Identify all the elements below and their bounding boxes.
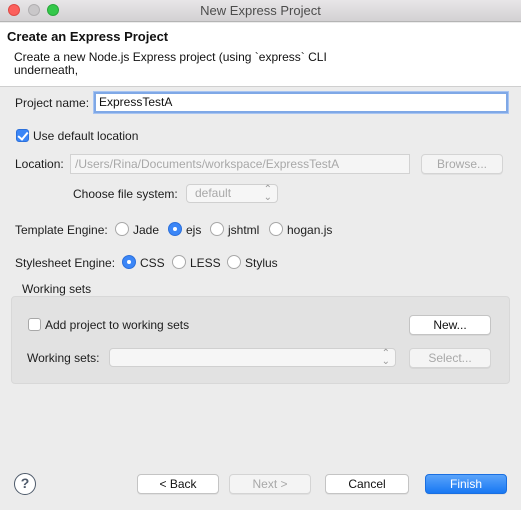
stylesheet-engine-label: Stylesheet Engine: [15, 256, 116, 270]
template-hogan-label: hogan.js [287, 223, 333, 237]
back-button[interactable]: < Back [137, 474, 219, 494]
wizard-header: Create an Express Project Create a new N… [0, 23, 521, 87]
help-icon[interactable]: ? [14, 473, 36, 495]
use-default-location-checkbox[interactable] [16, 129, 29, 142]
template-jshtml-radio[interactable] [210, 222, 224, 236]
template-ejs-radio[interactable] [168, 222, 182, 236]
location-input[interactable]: /Users/Rina/Documents/workspace/ExpressT… [70, 154, 410, 174]
select-working-sets-button[interactable]: Select... [409, 348, 491, 368]
wizard-description: Create a new Node.js Express project (us… [14, 50, 327, 77]
stylesheet-css-label: CSS [140, 256, 165, 270]
select-chevron-icon: ⌃ ⌄ [263, 184, 272, 203]
add-to-working-sets-label: Add project to working sets [45, 318, 190, 332]
window-title: New Express Project [200, 3, 321, 18]
working-sets-group-title: Working sets [22, 282, 92, 296]
wizard-title: Create an Express Project [7, 29, 169, 44]
project-name-input[interactable]: ExpressTestA [94, 92, 508, 113]
stylesheet-stylus-label: Stylus [245, 256, 278, 270]
stylesheet-less-label: LESS [190, 256, 221, 270]
new-express-project-dialog: New Express Project Create an Express Pr… [0, 0, 521, 510]
stylesheet-stylus-radio[interactable] [227, 255, 241, 269]
file-system-label: Choose file system: [73, 187, 178, 201]
template-ejs-label: ejs [186, 223, 202, 237]
working-sets-select[interactable]: ⌃ ⌄ [109, 348, 396, 367]
template-jade-radio[interactable] [115, 222, 129, 236]
next-button[interactable]: Next > [229, 474, 311, 494]
cancel-button[interactable]: Cancel [325, 474, 409, 494]
title-bar: New Express Project [0, 0, 521, 22]
use-default-location-label: Use default location [33, 129, 139, 143]
stylesheet-less-radio[interactable] [172, 255, 186, 269]
location-label: Location: [15, 157, 64, 171]
working-sets-group [11, 296, 510, 384]
template-jshtml-label: jshtml [228, 223, 260, 237]
browse-button[interactable]: Browse... [421, 154, 503, 174]
finish-button[interactable]: Finish [425, 474, 507, 494]
working-sets-label: Working sets: [27, 351, 100, 365]
stylesheet-css-radio[interactable] [122, 255, 136, 269]
project-name-label: Project name: [15, 96, 90, 110]
new-working-set-button[interactable]: New... [409, 315, 491, 335]
add-to-working-sets-checkbox[interactable] [28, 318, 41, 331]
template-jade-label: Jade [133, 223, 160, 237]
template-hogan-radio[interactable] [269, 222, 283, 236]
file-system-value: default [195, 186, 232, 200]
template-engine-label: Template Engine: [15, 223, 108, 237]
select-chevron-icon: ⌃ ⌄ [381, 348, 390, 367]
file-system-select[interactable]: default ⌃ ⌄ [186, 184, 278, 203]
